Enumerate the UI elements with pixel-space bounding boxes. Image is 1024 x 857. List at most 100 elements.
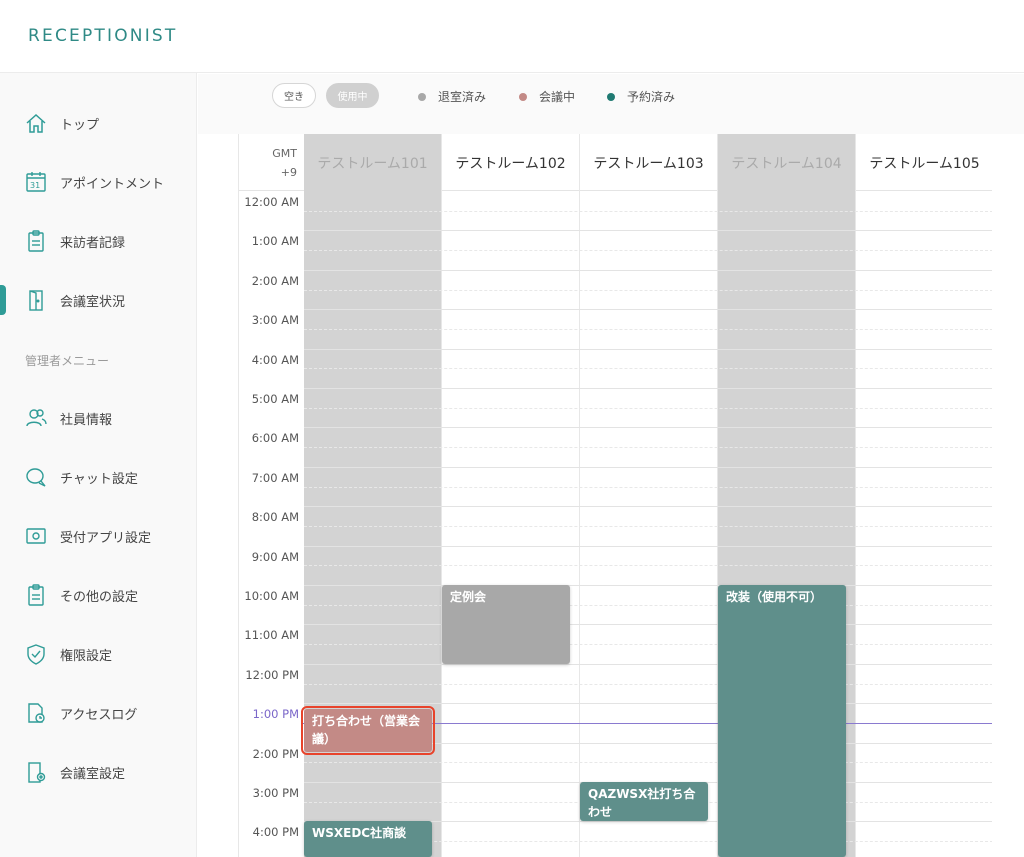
hour-label: 9:00 AM — [251, 549, 299, 564]
room-header: テストルーム102 — [442, 134, 580, 191]
half-hour-gridline — [304, 328, 992, 330]
legend-label: 退室済み — [438, 90, 487, 104]
sidebar-item-chat-settings[interactable]: チャット設定 — [0, 457, 196, 497]
hour-label: 2:00 AM — [251, 273, 299, 288]
sidebar-item-room-settings[interactable]: 会議室設定 — [0, 752, 196, 792]
room-header: テストルーム101 — [304, 134, 442, 191]
timezone-name: GMT — [272, 147, 297, 160]
sidebar-item-label: 来訪者記録 — [60, 235, 126, 251]
app-header: RECEPTIONIST — [0, 0, 1024, 73]
room-column[interactable] — [442, 191, 580, 857]
active-indicator — [0, 285, 6, 315]
hour-label: 7:00 AM — [251, 470, 299, 485]
half-hour-gridline — [304, 565, 992, 567]
hour-label: 12:00 PM — [245, 667, 299, 682]
sidebar: トップ 31 アポイントメント 来訪者記録 会議室状況 管理者メニュー 社員情報… — [0, 73, 197, 857]
hour-label: 3:00 AM — [251, 313, 299, 328]
sidebar-item-access-log[interactable]: アクセスログ — [0, 693, 196, 733]
sidebar-item-appointment[interactable]: 31 アポイントメント — [0, 162, 196, 202]
sidebar-item-label: アクセスログ — [60, 707, 138, 723]
sidebar-item-visitor-log[interactable]: 来訪者記録 — [0, 221, 196, 261]
sidebar-item-label: アポイントメント — [60, 176, 165, 192]
room-column[interactable] — [856, 191, 992, 857]
sidebar-item-label: 会議室設定 — [60, 766, 126, 782]
sidebar-item-top[interactable]: トップ — [0, 103, 196, 143]
hour-label: 12:00 AM — [244, 195, 299, 209]
hour-label: 3:00 PM — [252, 786, 299, 800]
hour-gridline — [304, 585, 992, 586]
calendar-event[interactable]: WSXEDC社商談 — [304, 821, 432, 857]
sidebar-item-label: 会議室状況 — [60, 294, 126, 310]
sidebar-item-label: トップ — [60, 117, 100, 133]
calendar-event[interactable]: QAZWSX社打ち合わせ — [580, 782, 708, 822]
sidebar-item-permissions[interactable]: 権限設定 — [0, 634, 196, 674]
hour-gridline — [304, 230, 992, 232]
app-logo[interactable]: RECEPTIONIST — [28, 26, 178, 46]
door-settings-icon — [24, 760, 48, 784]
half-hour-gridline — [304, 368, 992, 370]
hour-gridline — [304, 388, 992, 389]
legend-item-left: 退室済み — [418, 88, 486, 105]
sidebar-item-label: チャット設定 — [60, 471, 138, 487]
clipboard-settings-icon — [24, 583, 48, 607]
half-hour-gridline — [304, 289, 992, 291]
calendar-event[interactable]: 定例会 — [442, 585, 570, 664]
sidebar-item-label: 権限設定 — [60, 648, 113, 664]
hour-gridline — [304, 427, 992, 429]
legend-item-reserved: 予約済み — [607, 88, 675, 105]
hour-gridline — [304, 703, 992, 705]
legend-label: 会議中 — [539, 90, 576, 104]
sidebar-item-employees[interactable]: 社員情報 — [0, 398, 196, 438]
svg-text:31: 31 — [30, 181, 40, 190]
hour-gridline — [304, 269, 992, 271]
sidebar-item-other-settings[interactable]: その他の設定 — [0, 575, 196, 615]
hour-label: 6:00 AM — [251, 431, 299, 446]
hour-gridline — [304, 624, 992, 626]
users-icon — [24, 406, 48, 430]
legend-label: 予約済み — [627, 90, 676, 104]
door-icon — [24, 288, 48, 312]
hour-label: 1:00 PM — [252, 707, 299, 722]
calendar-icon: 31 — [24, 170, 48, 194]
half-hour-gridline — [304, 486, 992, 488]
hour-label: 2:00 PM — [252, 746, 299, 761]
half-hour-gridline — [304, 762, 992, 764]
chat-icon — [24, 465, 48, 489]
calendar-header: GMT +9 テストルーム101 テストルーム102 テストルーム103 テストルーム… — [239, 134, 992, 191]
admin-menu-heading: 管理者メニュー — [25, 354, 110, 368]
half-hour-gridline — [304, 407, 992, 409]
calendar-event[interactable]: 打ち合わせ（営業会議） — [301, 706, 435, 756]
home-icon — [24, 111, 48, 135]
timezone-label: GMT +9 — [239, 144, 299, 182]
half-hour-gridline — [304, 604, 992, 606]
legend-dot — [607, 92, 615, 101]
hour-gridline — [304, 309, 992, 311]
legend-dot — [418, 92, 426, 101]
hour-label: 4:00 PM — [252, 825, 299, 840]
room-header: テストルーム105 — [856, 134, 992, 191]
hour-label: 4:00 AM — [251, 352, 299, 367]
hour-label: 5:00 AM — [251, 392, 299, 406]
room-calendar: GMT +9 テストルーム101 テストルーム102 テストルーム103 テストルーム… — [238, 134, 992, 857]
sidebar-item-label: 社員情報 — [60, 412, 113, 428]
hour-gridline — [304, 506, 992, 508]
shield-icon — [24, 642, 48, 666]
sidebar-item-room-status[interactable]: 会議室状況 — [0, 280, 196, 320]
filter-used-button[interactable]: 使用中 — [326, 83, 379, 108]
half-hour-gridline — [304, 525, 992, 527]
hour-gridline — [304, 348, 992, 350]
calendar-event[interactable]: 改装（使用不可） — [718, 585, 846, 857]
filter-free-button[interactable]: 空き — [272, 83, 316, 108]
document-clock-icon — [24, 701, 48, 725]
half-hour-gridline — [304, 683, 992, 685]
legend-bar: 空き 使用中 退室済み 会議中 予約済み — [198, 74, 1024, 134]
legend-dot — [519, 92, 527, 101]
tablet-icon — [24, 524, 48, 548]
legend-item-in-meeting: 会議中 — [519, 88, 575, 105]
hour-gridline — [304, 466, 992, 468]
sidebar-item-reception-app[interactable]: 受付アプリ設定 — [0, 516, 196, 556]
room-column[interactable] — [304, 191, 442, 857]
room-column[interactable] — [580, 191, 718, 857]
hour-label: 10:00 AM — [244, 589, 299, 603]
sidebar-item-label: 受付アプリ設定 — [60, 530, 152, 546]
